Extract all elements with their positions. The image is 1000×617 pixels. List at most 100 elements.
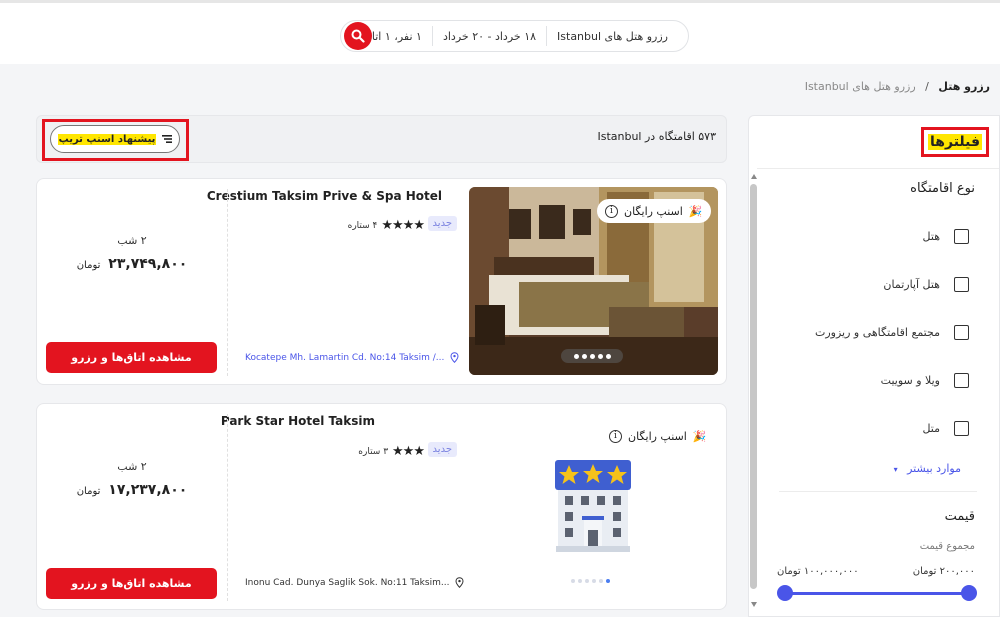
hotel-card[interactable]: 🎉 اسنپ رایگان i Park Star Hotel Taksim ج… [36,403,727,610]
breadcrumb-separator: / [925,80,929,93]
star-rating-text: ۳ ستاره [358,446,389,457]
price-max-label: ۱۰۰,۰۰۰,۰۰۰ تومان [777,566,859,577]
breadcrumb-current: رزرو هتل های Istanbul [804,80,916,93]
hotel-card[interactable]: 🎉 اسنپ رایگان i Crestium Taksim Prive & … [36,178,727,385]
breadcrumb-home[interactable]: رزرو هتل [938,80,990,93]
scroll-thumb[interactable] [750,184,757,589]
hotel-placeholder-icon [555,460,631,552]
hotel-name[interactable]: Crestium Taksim Prive & Spa Hotel [207,189,442,203]
free-snapp-label: اسنپ رایگان [628,429,687,443]
price-min-label: ۲۰۰,۰۰۰ تومان [912,566,975,577]
price-value: ۲۳,۷۴۹,۸۰۰ [108,256,188,272]
party-popper-icon: 🎉 [688,204,703,218]
scroll-up-arrow-icon[interactable] [751,174,757,179]
scroll-down-arrow-icon[interactable] [751,602,757,607]
nights-count: ۲ شب [117,234,147,247]
sort-label: پیشنهاد اسنپ تریپ [57,133,157,145]
new-badge: جدید [427,442,457,457]
filter-option-motel[interactable]: متل [922,421,969,436]
hotel-rating: ★★★ ۳ ستاره [358,444,425,459]
hotel-address-text: Kocatepe Mh. Lamartin Cd. No:14 Taksim /… [245,352,445,363]
show-more-label: موارد بیشتر [907,462,961,475]
divider [757,168,999,169]
carousel-dot-active[interactable] [606,579,610,583]
nights-count: ۲ شب [117,460,147,473]
filter-option-label: متل [922,422,940,435]
filter-option-villa[interactable]: ویلا و سوییت [881,373,969,388]
info-icon[interactable]: i [609,429,622,443]
carousel-dot[interactable] [597,353,603,359]
sort-button[interactable]: پیشنهاد اسنپ تریپ [50,125,180,153]
price-slider-max-handle[interactable] [777,585,793,601]
carousel-dot[interactable] [581,353,587,359]
carousel-dot[interactable] [585,579,589,583]
view-rooms-button[interactable]: مشاهده اتاق‌ها و رزرو [46,568,217,599]
filter-option-hotel-apartment[interactable]: هتل آپارتمان [883,277,969,292]
view-rooms-button[interactable]: مشاهده اتاق‌ها و رزرو [46,342,217,373]
carousel-dot[interactable] [599,579,603,583]
price-title: قیمت [944,509,975,524]
checkbox[interactable] [954,325,969,340]
hotel-address[interactable]: Inonu Cad. Dunya Saglik Sok. No:11 Taksi… [245,577,464,588]
accommodation-type-title: نوع اقامتگاه [910,181,975,196]
filter-option-label: ویلا و سوییت [880,374,940,387]
search-dates[interactable]: ۱۸ خرداد - ۲۰ خرداد [433,30,546,43]
filter-option-resort[interactable]: مجتمع اقامتگاهی و ریزورت [815,325,969,340]
carousel-dot[interactable] [573,353,579,359]
breadcrumb: رزرو هتل / رزرو هتل های Istanbul [805,80,990,93]
price-currency: تومان [76,260,101,271]
hotel-photo[interactable]: 🎉 اسنپ رایگان i [469,187,718,375]
checkbox[interactable] [954,421,969,436]
checkbox[interactable] [954,373,969,388]
carousel-dot[interactable] [571,579,575,583]
free-snapp-badge: 🎉 اسنپ رایگان i [597,199,711,223]
price-subtitle: مجموع قیمت [919,541,975,552]
price-slider-track[interactable] [785,592,969,595]
carousel-dot[interactable] [592,579,596,583]
results-bar: ۵۷۳ اقامتگاه در Istanbul پیشنهاد اسنپ تر… [36,115,727,163]
checkbox[interactable] [954,229,969,244]
party-popper-icon: 🎉 [692,429,707,443]
info-icon[interactable]: i [605,204,618,218]
search-button[interactable] [344,22,372,50]
chevron-down-icon: ▾ [893,465,898,474]
filters-title: فیلترها [928,134,982,150]
divider [431,26,433,46]
search-destination[interactable]: رزرو هتل های Istanbul [547,30,678,43]
checkbox[interactable] [954,277,969,292]
sort-icon [162,135,173,143]
show-more-link[interactable]: موارد بیشتر ▾ [894,462,961,475]
divider [779,491,977,492]
filter-option-hotel[interactable]: هتل [923,229,969,244]
search-icon [351,29,365,43]
new-badge: جدید [427,216,457,231]
carousel-dot[interactable] [589,353,595,359]
top-bar: رزرو هتل های Istanbul ۱۸ خرداد - ۲۰ خردا… [0,0,1000,64]
hotel-rating: ★★★★ ۴ ستاره [347,218,425,233]
hotel-address[interactable]: Kocatepe Mh. Lamartin Cd. No:14 Taksim /… [245,352,459,363]
photo-carousel-dots[interactable] [561,349,623,363]
star-icons: ★★★★ [381,218,425,233]
map-pin-icon [450,352,459,363]
carousel-dot[interactable] [605,353,611,359]
filters-scrollbar[interactable] [750,170,758,616]
carousel-dot[interactable] [578,579,582,583]
star-rating-text: ۴ ستاره [347,220,378,231]
search-summary[interactable]: رزرو هتل های Istanbul ۱۸ خرداد - ۲۰ خردا… [340,20,689,52]
filter-option-label: هتل [922,230,940,243]
price-value: ۱۷,۲۳۷,۸۰۰ [108,482,188,498]
filter-option-label: مجتمع اقامتگاهی و ریزورت [814,326,940,339]
hotel-price: ۲۳,۷۴۹,۸۰۰ تومان [37,256,227,272]
photo-carousel-dots[interactable] [571,579,610,583]
divider [227,189,228,376]
filter-option-label: هتل آپارتمان [883,278,940,291]
free-snapp-label: اسنپ رایگان [624,204,683,218]
free-snapp-badge: 🎉 اسنپ رایگان i [601,424,715,448]
hotel-address-text: Inonu Cad. Dunya Saglik Sok. No:11 Taksi… [245,577,450,588]
results-count: ۵۷۳ اقامتگاه در Istanbul [597,130,716,143]
divider [546,26,548,46]
hotel-name[interactable]: Park Star Hotel Taksim [221,414,375,428]
price-slider-min-handle[interactable] [961,585,977,601]
filters-title-highlight: فیلترها [921,127,989,157]
map-pin-icon [455,577,464,588]
